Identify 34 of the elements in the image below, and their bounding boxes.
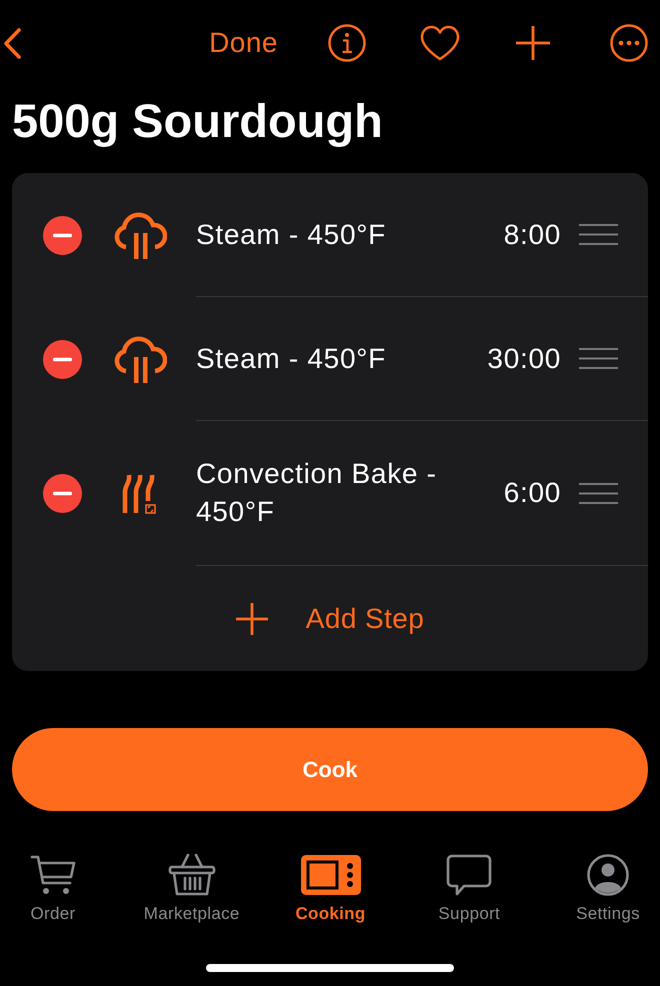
more-icon[interactable] — [610, 24, 648, 62]
microwave-icon — [300, 855, 360, 895]
back-chevron-icon[interactable] — [3, 28, 21, 58]
info-icon[interactable] — [328, 24, 366, 62]
steam-cloud-icon — [113, 211, 167, 259]
step-duration: 8:00 — [504, 218, 561, 252]
drag-handle-icon[interactable] — [579, 224, 618, 245]
tab-item[interactable]: Marketplace — [140, 852, 244, 924]
recipe-title: 500g Sourdough — [12, 93, 383, 149]
tab-item[interactable]: Settings — [556, 852, 660, 924]
drag-handle-icon[interactable] — [579, 348, 618, 369]
heart-icon[interactable] — [420, 25, 460, 61]
remove-step-icon[interactable] — [43, 340, 82, 378]
steam-cloud-icon — [113, 335, 167, 383]
plus-icon — [236, 602, 268, 634]
step-name: Steam - 450°F — [196, 218, 387, 252]
step-duration: 6:00 — [504, 476, 561, 510]
wavy-heat-icon — [122, 474, 158, 514]
drag-handle-icon[interactable] — [579, 482, 618, 504]
step-duration: 30:00 — [487, 342, 561, 376]
tab-item[interactable]: Support — [417, 852, 522, 924]
add-step-button[interactable]: Add Step — [236, 602, 424, 636]
remove-step-icon[interactable] — [43, 216, 82, 254]
step-name: Steam - 450°F — [196, 342, 387, 376]
basket-icon — [168, 853, 216, 897]
tab-item[interactable]: Order — [1, 852, 105, 924]
cart-icon — [30, 854, 76, 896]
user-circle-icon — [587, 854, 629, 896]
step-name: Convection Bake - 450°F — [196, 457, 438, 529]
done-button[interactable]: Done — [209, 26, 278, 60]
tab-item[interactable]: Cooking — [278, 852, 382, 924]
speech-bubble-icon — [446, 854, 492, 896]
plus-icon[interactable] — [516, 26, 550, 60]
remove-step-icon[interactable] — [43, 474, 82, 513]
